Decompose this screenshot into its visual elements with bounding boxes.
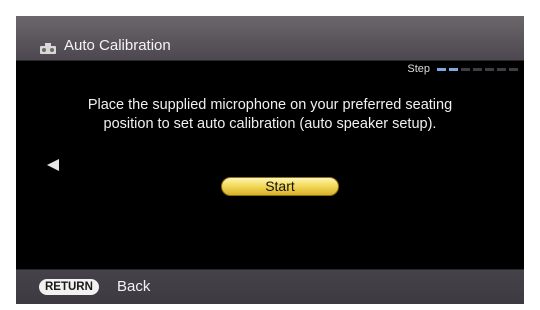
title-bar: Auto Calibration [16,16,524,61]
page-title: Auto Calibration [64,37,171,54]
back-label: Back [117,278,151,295]
footer-bar: RETURN Back [16,269,524,304]
step-dash-pending [497,67,506,71]
step-label: Step [407,63,430,75]
return-key-badge[interactable]: RETURN [39,279,99,295]
left-arrow-icon[interactable] [46,158,60,172]
step-dash-pending [509,67,518,71]
instruction-line-2: position to set auto calibration (auto s… [103,116,437,132]
start-button[interactable]: Start [221,177,339,196]
speaker-calibration-icon [39,41,57,55]
step-indicator: Step [407,63,518,75]
step-dash-pending [473,67,482,71]
instruction-message: Place the supplied microphone on your pr… [16,96,524,134]
step-dash-pending [461,67,470,71]
step-dash-completed [437,67,446,71]
instruction-line-1: Place the supplied microphone on your pr… [87,97,453,113]
calibration-screen: Auto Calibration Step Place the supplied… [16,16,524,304]
step-dash-completed [449,67,458,71]
step-dash-pending [485,67,494,71]
